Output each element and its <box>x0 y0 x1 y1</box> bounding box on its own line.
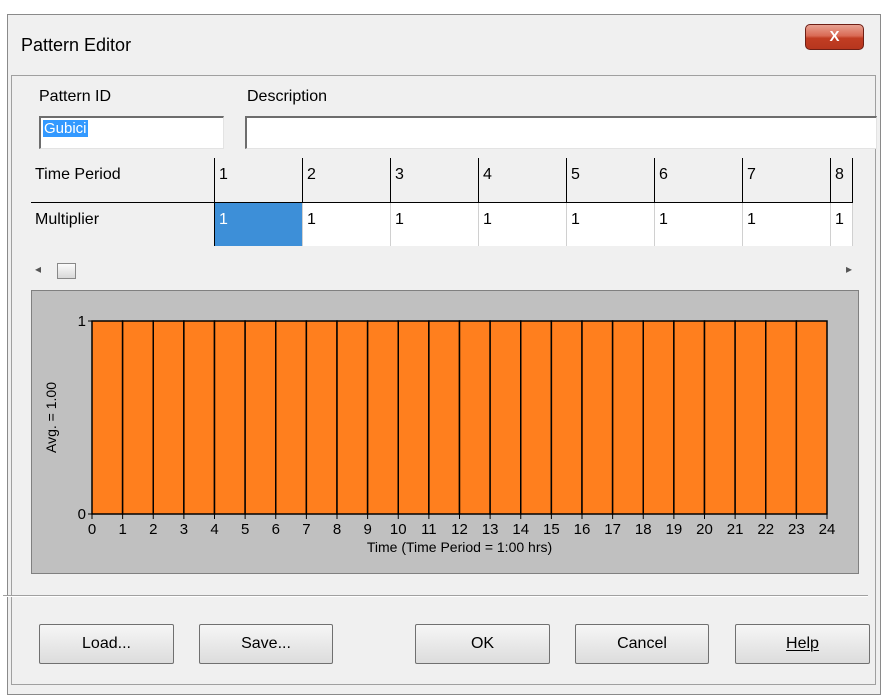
period-header-cell: 6 <box>655 158 743 203</box>
bar <box>611 320 644 515</box>
window-title: Pattern Editor <box>21 35 132 55</box>
x-tick-label: 12 <box>451 521 468 538</box>
x-tick-label: 13 <box>482 521 499 538</box>
bar <box>244 320 277 515</box>
scroll-right-arrow-icon[interactable]: ▸ <box>846 262 852 276</box>
bar <box>765 320 798 515</box>
multiplier-cell[interactable]: 1 <box>479 203 567 246</box>
pattern-bar-chart: 0 1 2 3 4 5 6 7 8 9 10 11 12 13 14 15 16 17 18 19 20 21 22 23 24… <box>43 313 836 555</box>
x-tick-label: 4 <box>210 521 218 538</box>
period-header-cell: 5 <box>567 158 655 203</box>
bar <box>489 320 522 515</box>
bar <box>550 320 583 515</box>
period-header-cell: 3 <box>391 158 479 203</box>
bar <box>336 320 369 515</box>
period-header-cell: 7 <box>743 158 831 203</box>
grid-horizontal-scrollbar[interactable]: ◂ ▸ <box>31 261 859 281</box>
period-header-cell: 4 <box>479 158 567 203</box>
x-tick-label: 11 <box>421 521 437 538</box>
multiplier-cell[interactable]: 1 <box>391 203 479 246</box>
x-tick-label: 3 <box>180 521 188 538</box>
pattern-chart-panel: 0 1 2 3 4 5 6 7 8 9 10 11 12 13 14 15 16 17 18 19 20 21 22 23 24… <box>31 290 859 574</box>
multiplier-cell[interactable]: 1 <box>655 203 743 246</box>
x-tick-label: 9 <box>363 521 371 538</box>
ok-button[interactable]: OK <box>415 624 550 664</box>
multiplier-cell[interactable]: 1 <box>303 203 391 246</box>
bar <box>581 320 614 515</box>
description-label: Description <box>247 88 328 105</box>
bar <box>275 320 308 515</box>
x-tick-label: 18 <box>635 521 652 538</box>
period-header-cell: 1 <box>215 158 303 203</box>
load-button[interactable]: Load... <box>39 624 174 664</box>
x-tick-label: 14 <box>512 521 529 538</box>
bar <box>520 320 553 515</box>
bar <box>121 320 154 515</box>
bar <box>305 320 338 515</box>
bar <box>642 320 675 515</box>
x-tick-label: 15 <box>543 521 560 538</box>
x-tick-label: 5 <box>241 521 249 538</box>
period-header-cell: 8 <box>831 158 853 203</box>
x-axis-title: Time (Time Period = 1:00 hrs) <box>367 539 552 555</box>
x-tick-label: 6 <box>272 521 280 538</box>
x-tick-label: 0 <box>88 521 96 538</box>
close-button[interactable]: X <box>805 24 864 50</box>
button-separator <box>3 595 868 597</box>
y-tick-label: 1 <box>78 313 86 330</box>
x-tick-label: 24 <box>819 521 836 538</box>
multiplier-cell[interactable]: 1 <box>567 203 655 246</box>
multiplier-cell[interactable]: 1 <box>215 203 303 246</box>
bar <box>91 320 124 515</box>
x-tick-label: 22 <box>757 521 774 538</box>
cancel-button[interactable]: Cancel <box>575 624 709 664</box>
x-tick-label: 19 <box>666 521 683 538</box>
bar <box>152 320 185 515</box>
x-tick-label: 10 <box>390 521 407 538</box>
y-tick-label: 0 <box>78 506 86 523</box>
close-icon: X <box>829 28 840 45</box>
x-tick-label: 21 <box>727 521 744 538</box>
bar <box>183 320 216 515</box>
multiplier-cell[interactable]: 1 <box>743 203 831 246</box>
x-tick-label: 20 <box>696 521 713 538</box>
x-tick-label: 2 <box>149 521 157 538</box>
x-tick-label: 8 <box>333 521 341 538</box>
description-field[interactable] <box>245 116 877 149</box>
bar <box>366 320 399 515</box>
save-button[interactable]: Save... <box>199 624 333 664</box>
pattern-id-value: Gubici <box>43 120 88 137</box>
bar <box>795 320 828 515</box>
help-button[interactable]: Help <box>735 624 870 664</box>
help-button-label: Help <box>786 635 819 652</box>
scroll-thumb[interactable] <box>57 263 76 279</box>
row-header-time-period: Time Period <box>31 158 215 203</box>
multiplier-cell[interactable]: 1 <box>831 203 853 246</box>
x-tick-label: 23 <box>788 521 805 538</box>
bar <box>397 320 430 515</box>
pattern-id-label: Pattern ID <box>39 88 112 105</box>
x-tick-label: 7 <box>302 521 310 538</box>
bar <box>734 320 767 515</box>
x-tick-label: 16 <box>574 521 591 538</box>
period-header-cell: 2 <box>303 158 391 203</box>
x-tick-label: 1 <box>118 521 126 538</box>
y-axis-title: Avg. = 1.00 <box>43 382 59 453</box>
bar <box>213 320 246 515</box>
bar <box>428 320 461 515</box>
bar <box>673 320 706 515</box>
x-tick-label: 17 <box>604 521 621 538</box>
bar <box>458 320 491 515</box>
bar <box>703 320 736 515</box>
row-header-multiplier: Multiplier <box>31 203 215 246</box>
scroll-left-arrow-icon[interactable]: ◂ <box>35 262 41 276</box>
title-bar[interactable]: Pattern Editor X <box>8 15 880 71</box>
pattern-id-field[interactable]: Gubici <box>39 116 224 149</box>
